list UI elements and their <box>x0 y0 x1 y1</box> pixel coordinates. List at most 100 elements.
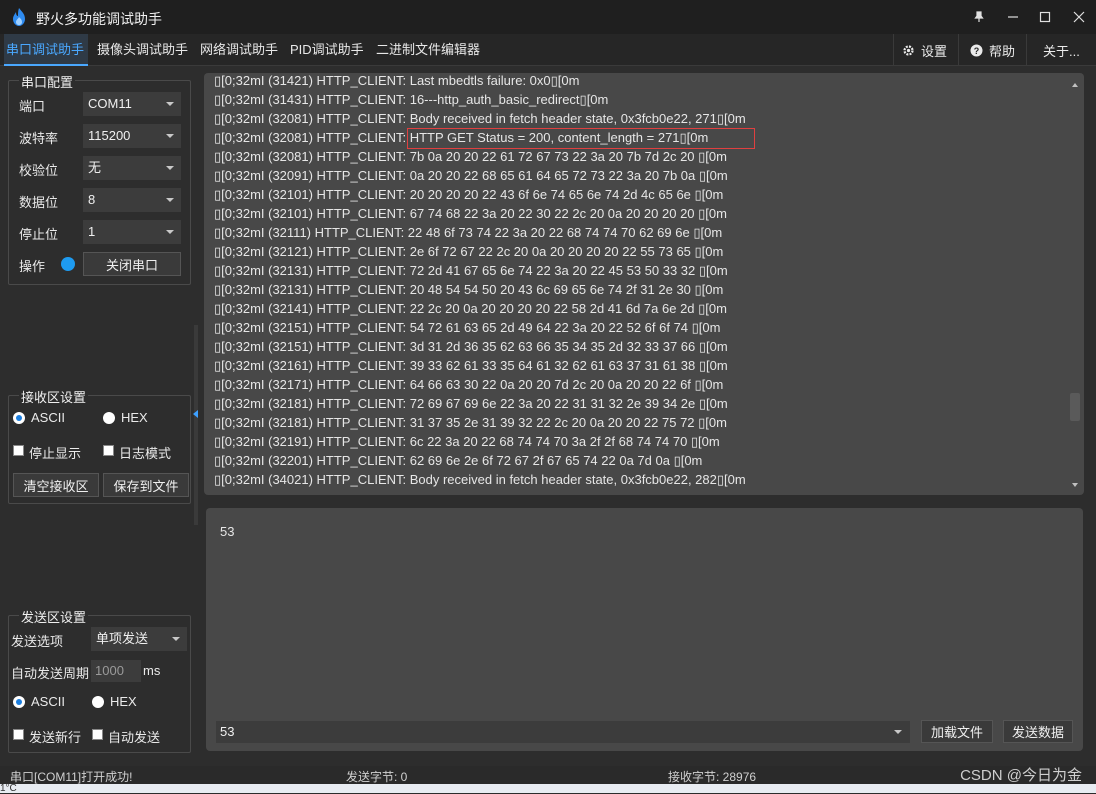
settings-button[interactable]: 设置 <box>902 34 947 66</box>
auto-period-input[interactable]: 1000 <box>91 660 141 682</box>
save-to-file-button[interactable]: 保存到文件 <box>103 473 189 497</box>
parity-value: 无 <box>88 160 102 175</box>
log-line: ▯[0;32mI (32161) HTTP_CLIENT: 39 33 62 6… <box>214 358 728 373</box>
receive-area[interactable]: ▯[0;32mI (31421) HTTP_CLIENT: Last mbedt… <box>204 73 1084 495</box>
period-unit-label: ms <box>143 663 161 678</box>
stop-display-label: 停止显示 <box>29 446 82 461</box>
help-label: 帮助 <box>989 43 1016 59</box>
divider <box>958 34 959 66</box>
stopbits-label: 停止位 <box>19 227 59 242</box>
tab-pid[interactable]: PID调试助手 <box>288 34 366 66</box>
send-settings-group: 发送区设置 发送选项 单项发送 自动发送周期 1000 ms ASCII HEX… <box>8 607 191 753</box>
log-line: ▯[0;32mI (31431) HTTP_CLIENT: 16---http_… <box>214 92 609 107</box>
op-label: 操作 <box>19 259 46 274</box>
flame-logo-icon <box>13 8 25 26</box>
panel-splitter[interactable] <box>194 325 198 525</box>
log-mode-label: 日志模式 <box>119 446 172 461</box>
send-text-area[interactable]: 53 <box>206 508 1083 751</box>
clear-recv-button[interactable]: 清空接收区 <box>13 473 99 497</box>
send-history-combo[interactable]: 53 <box>216 721 910 743</box>
chevron-down-icon <box>172 637 180 641</box>
stopbits-select[interactable]: 1 <box>83 220 181 244</box>
stopbits-value: 1 <box>88 224 96 239</box>
help-icon: ? <box>970 44 983 57</box>
app-window: 野火多功能调试助手 串口调试助手 摄像头调试助手 网络调试助手 PID调试助手 … <box>0 0 1096 794</box>
chevron-down-icon <box>166 102 174 106</box>
baud-value: 115200 <box>88 128 131 143</box>
log-line: ▯[0;32mI (32181) HTTP_CLIENT: 72 69 67 6… <box>214 396 728 411</box>
send-text: 53 <box>220 524 235 539</box>
settings-label: 设置 <box>921 43 948 59</box>
log-line: ▯[0;32mI (32081) HTTP_CLIENT: Body recei… <box>214 111 746 126</box>
recv-settings-title: 接收区设置 <box>19 387 89 406</box>
send-option-label: 发送选项 <box>11 634 64 649</box>
send-newline-checkbox[interactable] <box>13 729 24 740</box>
maximize-icon[interactable] <box>1028 0 1062 34</box>
close-port-button[interactable]: 关闭串口 <box>83 252 181 276</box>
databits-select[interactable]: 8 <box>83 188 181 212</box>
log-line: ▯[0;32mI (32091) HTTP_CLIENT: 0a 20 20 2… <box>214 168 728 183</box>
minimize-icon[interactable] <box>996 0 1030 34</box>
tab-binary-editor[interactable]: 二进制文件编辑器 <box>374 34 482 66</box>
title-bar: 野火多功能调试助手 <box>0 0 1096 34</box>
auto-send-checkbox[interactable] <box>92 729 103 740</box>
help-button[interactable]: ? 帮助 <box>970 34 1015 66</box>
log-line: ▯[0;32mI (32151) HTTP_CLIENT: 3d 31 2d 3… <box>214 339 728 354</box>
serial-config-group: 串口配置 端口 COM11 波特率 115200 校验位 无 数据位 8 停止位 <box>8 72 191 285</box>
highlight-annotation <box>407 128 755 149</box>
send-option-select[interactable]: 单项发送 <box>91 627 187 651</box>
tab-network[interactable]: 网络调试助手 <box>198 34 280 66</box>
send-hex-radio[interactable] <box>92 696 104 708</box>
recv-ascii-radio[interactable] <box>13 412 25 424</box>
receive-scrollbar[interactable] <box>1066 73 1084 495</box>
sent-bytes: 发送字节: 0 <box>346 770 408 784</box>
load-file-button[interactable]: 加载文件 <box>921 720 993 743</box>
log-mode-checkbox[interactable] <box>103 445 114 456</box>
send-newline-label: 发送新行 <box>29 730 82 745</box>
recv-bytes: 接收字节: 28976 <box>668 770 757 784</box>
auto-send-label: 自动发送 <box>108 730 161 745</box>
send-settings-title: 发送区设置 <box>19 607 89 626</box>
collapse-arrow-icon[interactable] <box>193 410 198 418</box>
scroll-thumb[interactable] <box>1070 393 1080 421</box>
chevron-down-icon <box>166 166 174 170</box>
recv-ascii-label: ASCII <box>31 410 65 425</box>
tab-serial[interactable]: 串口调试助手 <box>4 34 88 66</box>
about-label: 关于... <box>1043 43 1080 59</box>
chevron-down-icon <box>166 134 174 138</box>
stop-display-checkbox[interactable] <box>13 445 24 456</box>
port-value: COM11 <box>88 96 132 111</box>
port-select[interactable]: COM11 <box>83 92 181 116</box>
databits-value: 8 <box>88 192 96 207</box>
send-ascii-radio[interactable] <box>13 696 25 708</box>
divider <box>893 34 894 66</box>
window-title: 野火多功能调试助手 <box>36 11 162 27</box>
baud-select[interactable]: 115200 <box>83 124 181 148</box>
close-icon[interactable] <box>1062 0 1096 34</box>
log-line: ▯[0;32mI (32101) HTTP_CLIENT: 20 20 20 2… <box>214 187 724 202</box>
watermark: CSDN @今日为金 <box>960 767 1082 784</box>
scroll-down-icon[interactable] <box>1072 483 1078 487</box>
send-history-value: 53 <box>220 724 235 739</box>
databits-label: 数据位 <box>19 195 59 210</box>
tab-camera[interactable]: 摄像头调试助手 <box>95 34 190 66</box>
parity-select[interactable]: 无 <box>83 156 181 180</box>
port-label: 端口 <box>19 99 46 114</box>
baud-label: 波特率 <box>19 131 59 146</box>
pin-icon[interactable] <box>962 0 996 34</box>
log-line: ▯[0;32mI (32151) HTTP_CLIENT: 54 72 61 6… <box>214 320 721 335</box>
log-line: ▯[0;32mI (34021) HTTP_CLIENT: Body recei… <box>214 472 746 487</box>
send-data-button[interactable]: 发送数据 <box>1003 720 1073 743</box>
gear-icon <box>902 44 915 57</box>
log-line: ▯[0;32mI (32141) HTTP_CLIENT: 22 2c 20 0… <box>214 301 727 316</box>
auto-period-label: 自动发送周期 <box>11 666 90 681</box>
left-panel: 串口配置 端口 COM11 波特率 115200 校验位 无 数据位 8 停止位 <box>0 66 200 766</box>
serial-config-title: 串口配置 <box>19 72 76 91</box>
send-option-value: 单项发送 <box>96 631 149 646</box>
scroll-up-icon[interactable] <box>1072 83 1078 87</box>
about-button[interactable]: 关于... <box>1043 34 1080 66</box>
taskbar-temperature: 1°C <box>0 783 17 794</box>
recv-hex-radio[interactable] <box>103 412 115 424</box>
log-line: ▯[0;32mI (32131) HTTP_CLIENT: 20 48 54 5… <box>214 282 724 297</box>
log-line: ▯[0;32mI (32201) HTTP_CLIENT: 62 69 6e 2… <box>214 453 703 468</box>
